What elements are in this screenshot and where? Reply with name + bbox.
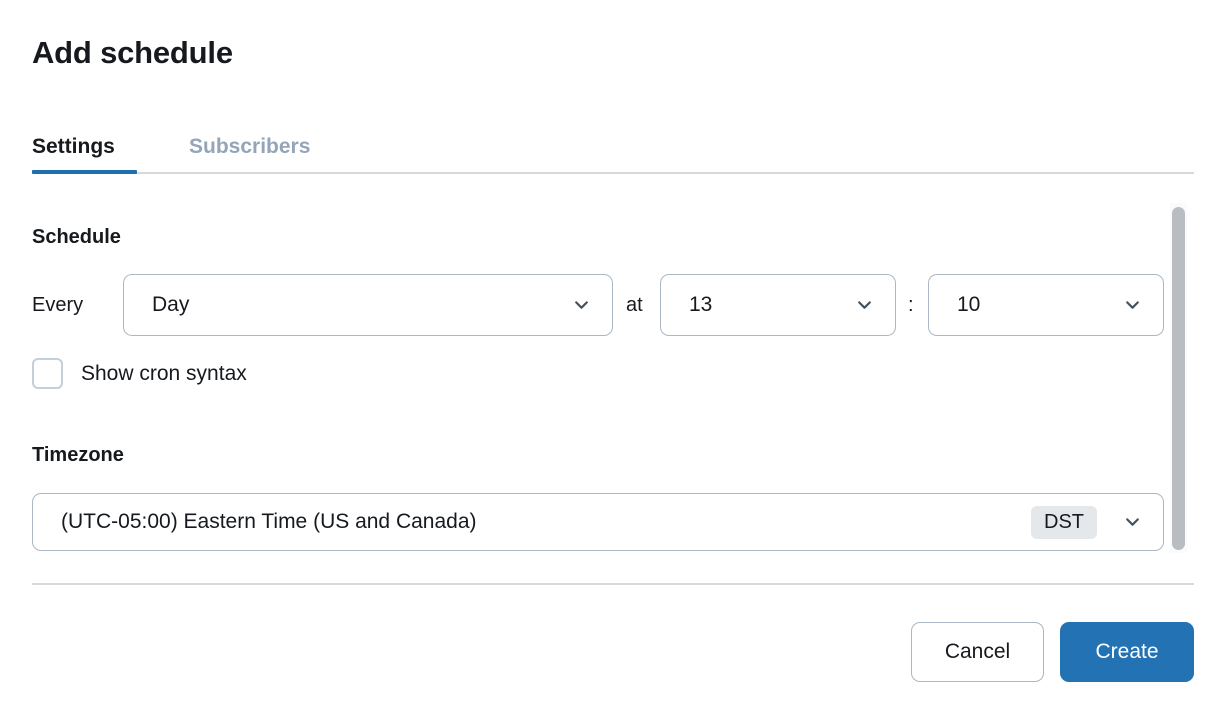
- every-label: Every: [32, 294, 84, 316]
- dst-badge: DST: [1031, 506, 1097, 539]
- tab-settings[interactable]: Settings: [32, 122, 115, 172]
- tab-list: Settings Subscribers: [32, 122, 1194, 174]
- settings-scroll-area: Schedule Every Day at 13: 10 Show cron …: [0, 190, 1226, 570]
- timezone-select-value: (UTC-05:00) Eastern Time (US and Canada): [61, 510, 477, 533]
- footer-divider: [32, 583, 1194, 585]
- chevron-down-icon: [1124, 296, 1141, 313]
- minute-select[interactable]: 10: [928, 274, 1164, 336]
- chevron-down-icon: [856, 296, 873, 313]
- timezone-select[interactable]: (UTC-05:00) Eastern Time (US and Canada)…: [32, 493, 1164, 551]
- frequency-select-value: Day: [152, 293, 190, 316]
- scrollbar-thumb[interactable]: [1172, 207, 1185, 550]
- tab-baseline: [32, 172, 1194, 174]
- tab-subscribers[interactable]: Subscribers: [189, 122, 310, 172]
- at-label: at: [626, 294, 643, 316]
- create-button[interactable]: Create: [1060, 622, 1194, 682]
- timezone-section-label: Timezone: [32, 444, 124, 466]
- chevron-down-icon: [573, 296, 590, 313]
- minute-select-value: 10: [957, 293, 981, 316]
- cancel-button[interactable]: Cancel: [911, 622, 1044, 682]
- time-separator: :: [908, 294, 914, 316]
- hour-select[interactable]: 13: [660, 274, 896, 336]
- show-cron-syntax-label[interactable]: Show cron syntax: [81, 358, 247, 389]
- show-cron-syntax-checkbox[interactable]: [32, 358, 63, 389]
- active-tab-indicator: [32, 170, 137, 174]
- chevron-down-icon: [1124, 513, 1141, 530]
- schedule-section-label: Schedule: [32, 226, 121, 248]
- frequency-select[interactable]: Day: [123, 274, 613, 336]
- hour-select-value: 13: [689, 293, 713, 316]
- add-schedule-dialog: Add schedule Settings Subscribers Schedu…: [0, 0, 1226, 710]
- page-title: Add schedule: [32, 35, 233, 70]
